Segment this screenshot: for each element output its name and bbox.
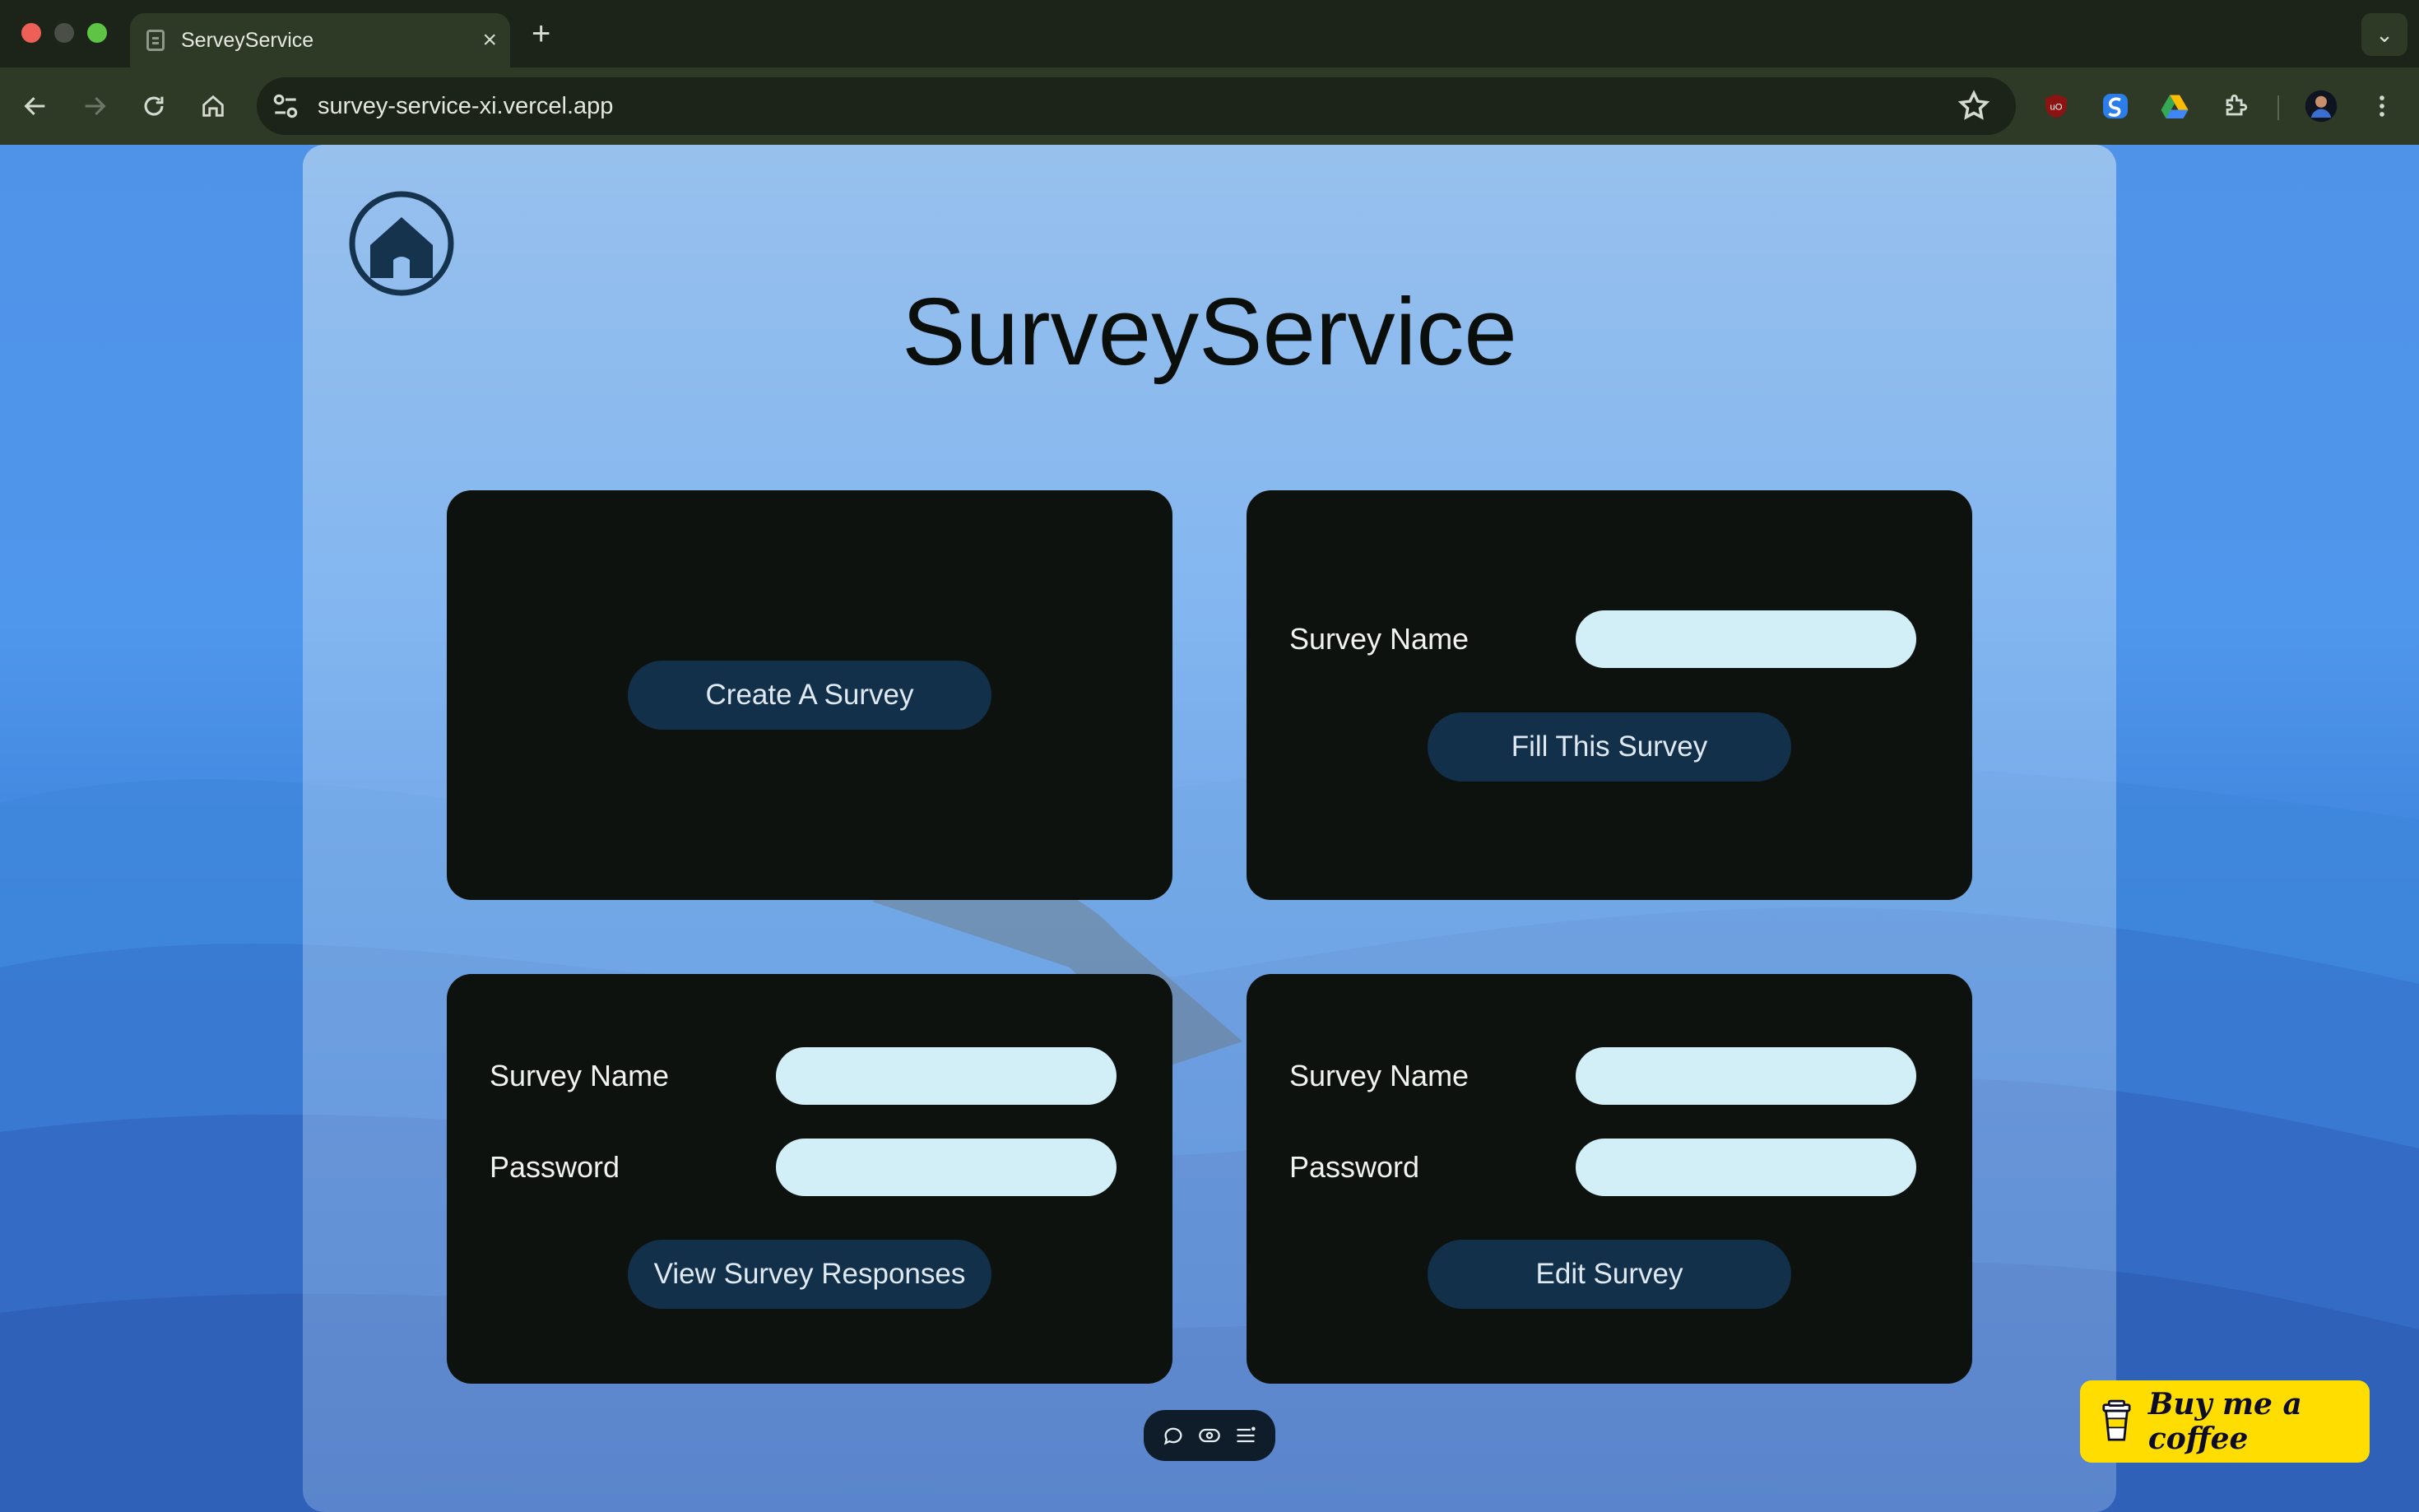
edit-password-label: Password: [1289, 1150, 1420, 1184]
minimize-window-button[interactable]: [54, 23, 74, 43]
edit-survey-name-input[interactable]: [1576, 1047, 1916, 1105]
back-arrow-icon: [24, 96, 45, 116]
url-text[interactable]: survey-service-xi.vercel.app: [318, 77, 613, 135]
coffee-label: Buy me a coffee: [2147, 1387, 2302, 1456]
tab-close-button[interactable]: ×: [482, 13, 497, 67]
edit-survey-card: Survey Name Password Edit Survey: [1247, 974, 1972, 1384]
google-drive-extension[interactable]: [2156, 87, 2194, 125]
close-window-button[interactable]: [21, 23, 41, 43]
view-responses-button[interactable]: View Survey Responses: [628, 1240, 991, 1309]
create-survey-button[interactable]: Create A Survey: [628, 661, 991, 730]
maximize-window-button[interactable]: [87, 23, 107, 43]
reload-button[interactable]: [135, 87, 173, 125]
comment-icon[interactable]: [1162, 1424, 1185, 1447]
edit-survey-name-label: Survey Name: [1289, 1059, 1470, 1092]
page-title: SurveyService: [902, 278, 1517, 385]
home-button[interactable]: [194, 87, 232, 125]
browser-toolbar: survey-service-xi.vercel.app uO: [0, 67, 2419, 145]
site-settings-icon[interactable]: [270, 90, 301, 122]
view-password-label: Password: [490, 1150, 620, 1184]
forward-button[interactable]: [76, 87, 114, 125]
more-menu-icon: [2380, 95, 2384, 117]
list-icon[interactable]: [1234, 1424, 1257, 1447]
buy-me-a-coffee-button[interactable]: Buy me a coffee: [2080, 1380, 2370, 1463]
house-icon: [370, 217, 433, 278]
fill-survey-name-input[interactable]: [1576, 610, 1916, 668]
forward-arrow-icon: [85, 96, 106, 116]
profile-button[interactable]: [2302, 87, 2340, 125]
fill-survey-name-label: Survey Name: [1289, 622, 1470, 656]
tab-search-button[interactable]: ⌄: [2361, 13, 2407, 56]
extensions-puzzle-icon: [2226, 94, 2248, 116]
page-viewport: SurveyService Create A Survey Survey Nam…: [0, 145, 2419, 1512]
extensions-button[interactable]: [2217, 87, 2254, 125]
page-favicon-icon: [146, 30, 165, 51]
active-tab[interactable]: ServeyService ×: [130, 13, 510, 67]
ublock-icon: uO: [2045, 94, 2067, 118]
extension-swirl-icon: [2103, 94, 2128, 118]
tab-strip: ServeyService × + ⌄: [0, 0, 2419, 67]
profile-avatar-icon: [2305, 90, 2338, 123]
edit-password-input[interactable]: [1576, 1139, 1916, 1196]
bookmark-star-icon[interactable]: [1957, 89, 1991, 123]
fill-survey-card: Survey Name Fill This Survey: [1247, 490, 1972, 900]
view-survey-name-input[interactable]: [776, 1047, 1117, 1105]
floating-toolbar: [1144, 1410, 1275, 1461]
svg-text:uO: uO: [2050, 102, 2062, 112]
browser-menu-button[interactable]: [2363, 87, 2401, 125]
fill-survey-button[interactable]: Fill This Survey: [1428, 712, 1791, 782]
home-icon: [202, 95, 224, 117]
back-button[interactable]: [16, 87, 54, 125]
edit-survey-button[interactable]: Edit Survey: [1428, 1240, 1791, 1309]
google-drive-icon: [2161, 95, 2189, 118]
ublock-extension[interactable]: uO: [2037, 87, 2075, 125]
view-password-input[interactable]: [776, 1139, 1117, 1196]
coffee-cup-icon: [2102, 1399, 2131, 1441]
toolbar-divider: [2277, 95, 2279, 120]
new-tab-button[interactable]: +: [532, 12, 550, 56]
tab-title: ServeyService: [181, 29, 314, 52]
address-bar[interactable]: survey-service-xi.vercel.app: [257, 77, 2016, 135]
create-survey-card: Create A Survey: [447, 490, 1172, 900]
swirl-extension[interactable]: [2096, 87, 2134, 125]
eye-icon[interactable]: [1198, 1424, 1221, 1447]
view-responses-card: Survey Name Password View Survey Respons…: [447, 974, 1172, 1384]
view-survey-name-label: Survey Name: [490, 1059, 670, 1092]
reload-icon: [144, 96, 164, 116]
